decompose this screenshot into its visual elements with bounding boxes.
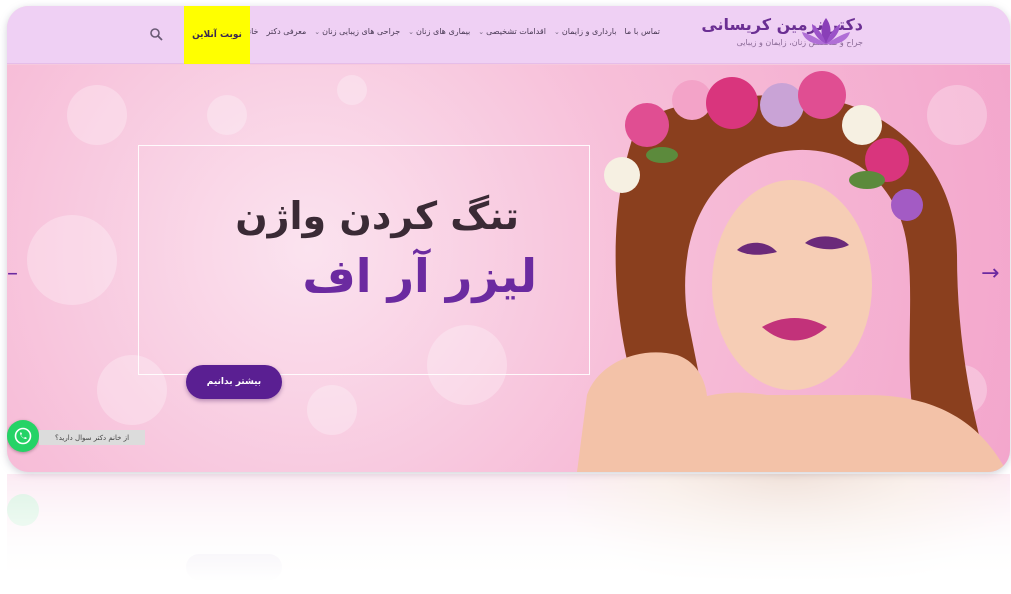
nav-label: بارداری و زایمان <box>561 27 617 36</box>
lotus-logo-icon <box>802 18 850 45</box>
browser-frame: دکتر نرمین کریسانی جراح و متخصص زنان، زا… <box>7 6 1010 472</box>
bokeh-light <box>27 215 117 305</box>
nav-item-pregnancy[interactable]: بارداری و زایمان ⌄ <box>554 27 617 36</box>
nav-item-cosmetic-surgery[interactable]: جراحی های زیبایی زنان ⌄ <box>314 27 400 36</box>
chevron-down-icon: ⌄ <box>314 27 321 36</box>
nav-item-contact[interactable]: تماس با ما <box>624 27 660 36</box>
bokeh-light <box>67 85 127 145</box>
nav-item-about[interactable]: معرفی دکتر <box>267 27 307 36</box>
mirror-reflection <box>7 474 1010 592</box>
chat-prompt-label[interactable]: از خانم دکتر سوال دارید؟ <box>39 430 145 445</box>
bokeh-light <box>337 75 367 105</box>
site-header: دکتر نرمین کریسانی جراح و متخصص زنان، زا… <box>7 6 1010 64</box>
hero-text-frame: تنگ کردن واژن لیزر آر اف <box>138 145 590 375</box>
chevron-down-icon: ⌄ <box>478 27 485 36</box>
chevron-down-icon: ⌄ <box>553 27 560 36</box>
nav-label: تماس با ما <box>624 27 660 36</box>
arrow-left-icon[interactable]: – <box>7 261 18 286</box>
nav-label: جراحی های زیبایی زنان <box>322 27 401 36</box>
nav-label: معرفی دکتر <box>266 27 307 36</box>
arrow-right-icon[interactable]: → <box>981 261 999 286</box>
main-nav: خانه معرفی دکتر جراحی های زیبایی زنان ⌄ ب… <box>245 27 660 36</box>
hero-subheading: لیزر آر اف <box>302 249 537 303</box>
nav-item-diagnostics[interactable]: اقدامات تشخیصی ⌄ <box>478 27 546 36</box>
online-appointment-button[interactable]: نوبت آنلاین <box>184 6 250 64</box>
nav-item-diseases[interactable]: بیماری های زنان ⌄ <box>408 27 470 36</box>
hero-slider: تنگ کردن واژن لیزر آر اف بیشتر بدانیم – … <box>7 65 1010 472</box>
phone-icon <box>14 427 32 445</box>
bokeh-light <box>307 385 357 435</box>
whatsapp-icon[interactable] <box>7 420 39 452</box>
learn-more-button[interactable]: بیشتر بدانیم <box>186 365 282 399</box>
search-icon[interactable] <box>149 27 163 41</box>
nav-label: بیماری های زنان <box>416 27 471 36</box>
bokeh-light <box>207 95 247 135</box>
hero-woman-image <box>577 71 1007 472</box>
hero-heading: تنگ کردن واژن <box>235 194 519 238</box>
reflection-fade <box>7 474 1010 592</box>
nav-label: اقدامات تشخیصی <box>486 27 546 36</box>
chevron-down-icon: ⌄ <box>408 27 415 36</box>
